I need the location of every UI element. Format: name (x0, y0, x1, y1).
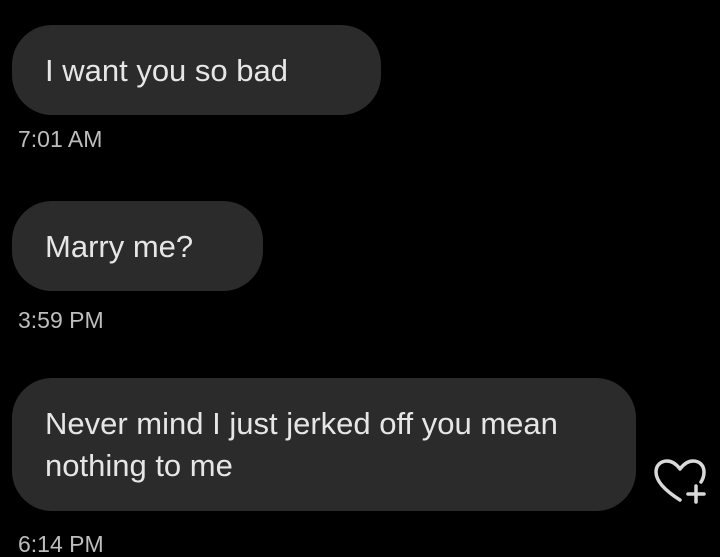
message-thread: I want you so bad 7:01 AM Marry me? 3:59… (0, 0, 720, 557)
message-timestamp: 6:14 PM (18, 531, 104, 557)
message-timestamp: 7:01 AM (18, 126, 103, 152)
message-text: I want you so bad (45, 53, 288, 88)
message-bubble[interactable]: Marry me? (12, 201, 263, 291)
message-bubble[interactable]: I want you so bad (12, 25, 381, 115)
heart-plus-icon[interactable] (653, 458, 709, 506)
message-text: Marry me? (45, 229, 194, 264)
message-bubble[interactable]: Never mind I just jerked off you mean no… (12, 378, 636, 511)
message-text: Never mind I just jerked off you mean no… (45, 406, 558, 483)
message-timestamp: 3:59 PM (18, 307, 104, 333)
